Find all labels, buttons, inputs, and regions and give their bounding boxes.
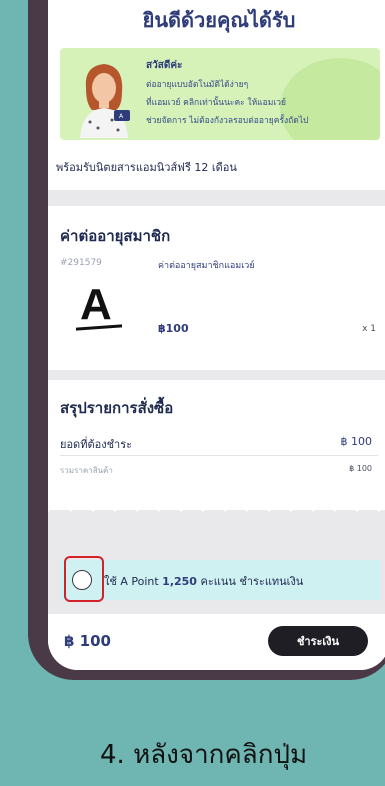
woman-illustration-icon: A (80, 64, 130, 138)
subtotal-value: ฿ 100 (349, 464, 372, 473)
banner-line-3: ช่วยจัดการ ไม่ต้องกังวลรอบต่ออายุครั้งถั… (146, 116, 309, 126)
membership-title: ค่าต่ออายุสมาชิก (60, 227, 171, 245)
banner-text: สวัสดีค่ะ ต่ออายุแบบอัตโนมัติได้ง่ายๆ ที… (146, 58, 308, 127)
subtotal-label: รวมราคาสินค้า (60, 466, 113, 475)
apoint-suffix: คะแนน ชำระแทนเงิน (200, 575, 304, 588)
total-amount: ฿ 100 (64, 632, 111, 650)
amway-logo-icon: A (80, 280, 112, 329)
auto-renew-banner: A สวัสดีค่ะ ต่ออายุแบบอัตโนมัติได้ง่ายๆ … (60, 48, 380, 140)
order-summary-title: สรุปรายการสั่งซื้อ (60, 399, 174, 417)
amount-due-label: ยอดที่ต้องชำระ (60, 438, 133, 451)
banner-line-2: ที่แอมเวย์ คลิกเท่านั้นนะคะ ให้แอมเวย์ (146, 98, 287, 108)
apoint-amount: 1,250 (162, 575, 197, 588)
banner-line-1: ต่ออายุแบบอัตโนมัติได้ง่ายๆ (146, 80, 249, 90)
apoint-option[interactable]: ใช้ A Point 1,250 คะแนน ชำระแทนเงิน (60, 560, 380, 600)
amount-due-value: ฿ 100 (340, 435, 373, 448)
apoint-prefix: ใช้ A Point (104, 575, 159, 588)
summary-divider (60, 455, 378, 456)
radio-highlight-box (64, 556, 104, 602)
apoint-text: ใช้ A Point 1,250 คะแนน ชำระแทนเงิน (104, 572, 303, 590)
pay-button[interactable]: ชำระเงิน (268, 626, 368, 656)
receipt-zigzag-edge (48, 490, 385, 512)
membership-quantity: x 1 (362, 324, 376, 334)
checkout-bottom-bar: ฿ 100 ชำระเงิน (48, 614, 385, 670)
welcome-card: ยินดีด้วยคุณได้รับ A สวัสดีค่ะ ต่ออายุแบ… (48, 0, 385, 190)
magazine-promo: พร้อมรับนิตยสารแอมนิวส์ฟรี 12 เดือน (56, 161, 237, 174)
member-code: #291579 (60, 258, 102, 268)
banner-greeting: สวัสดีค่ะ (146, 60, 183, 71)
welcome-title: ยินดีด้วยคุณได้รับ (142, 8, 296, 32)
instruction-caption: 4. หลังจากคลิกปุ่ม (100, 740, 308, 770)
membership-item-name: ค่าต่ออายุสมาชิกแอมเวย์ (158, 261, 255, 271)
membership-price: ฿100 (158, 322, 189, 335)
